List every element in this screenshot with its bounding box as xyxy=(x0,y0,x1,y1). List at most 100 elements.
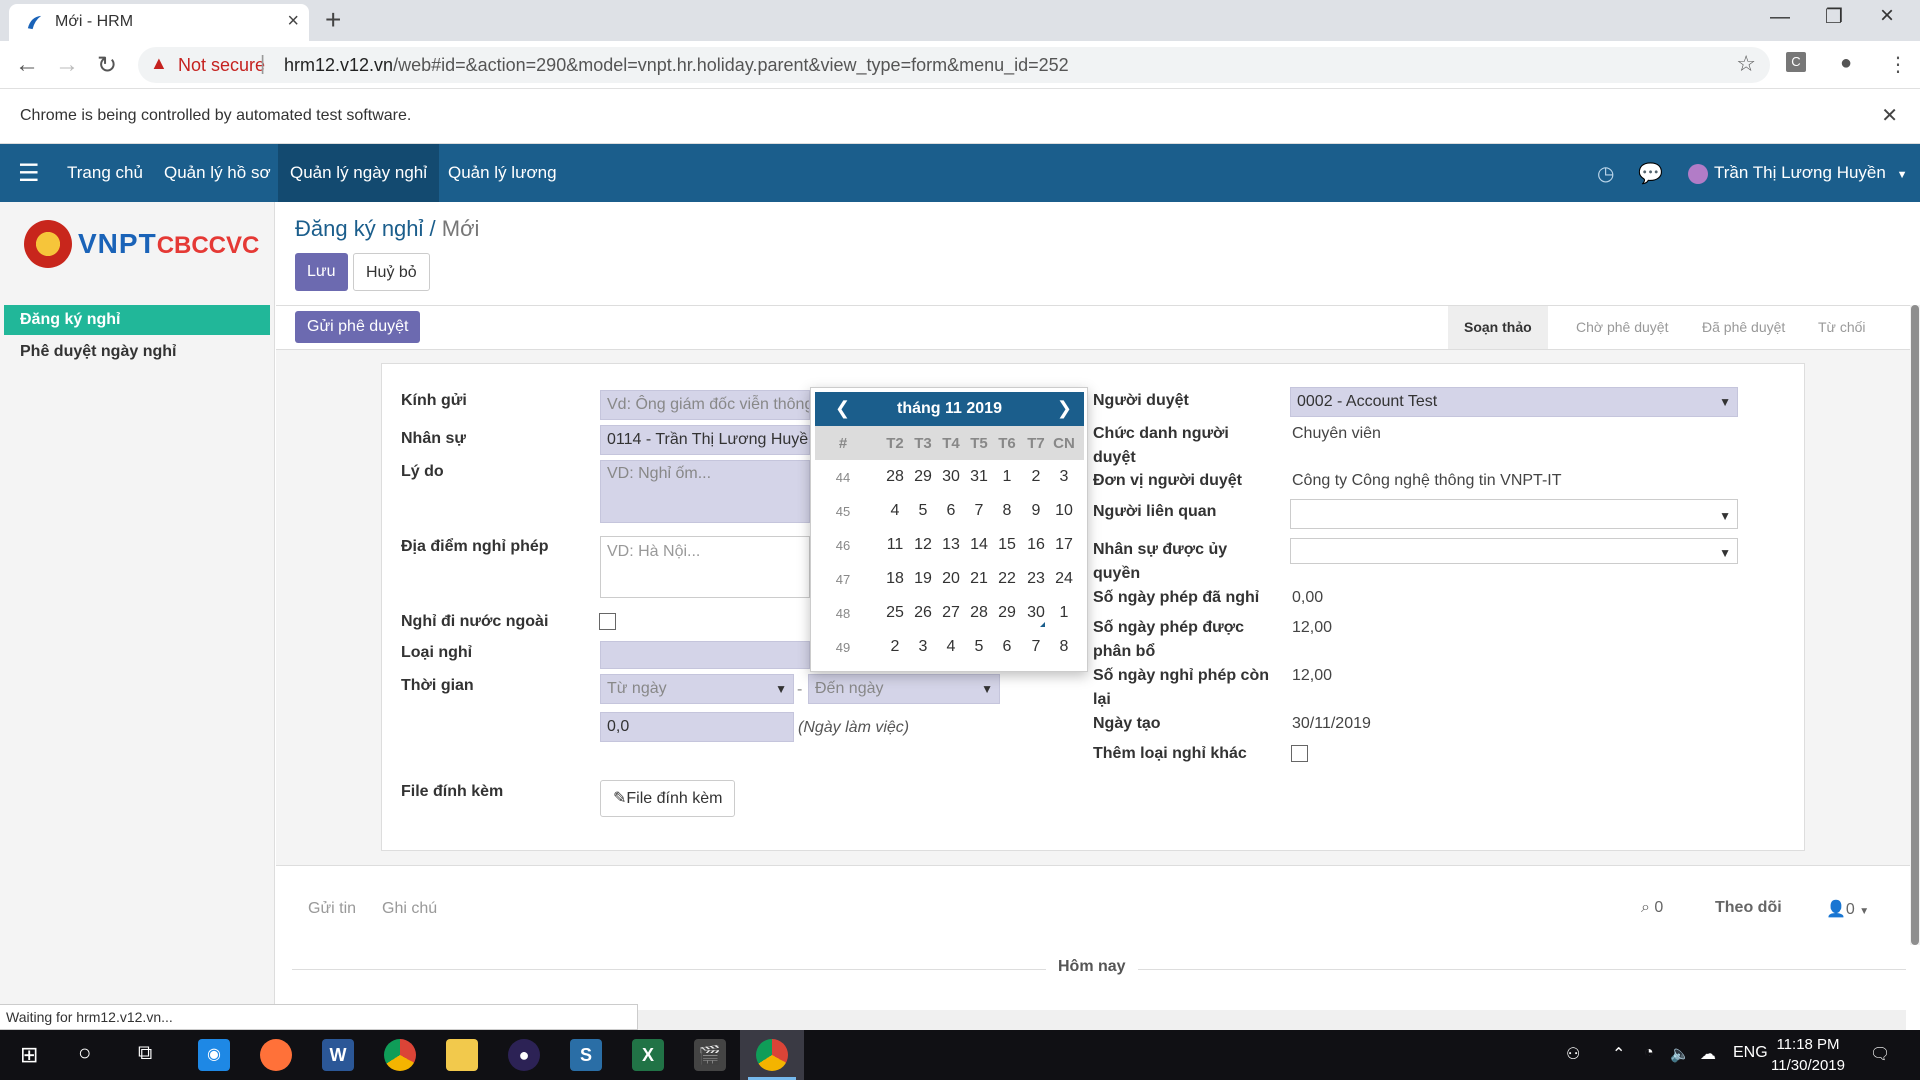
menu-quan-ly-luong[interactable]: Quản lý lương xyxy=(436,144,569,202)
profile-icon[interactable]: ● xyxy=(1840,52,1852,75)
new-tab-icon[interactable]: + xyxy=(325,4,341,36)
submit-approval-button[interactable]: Gửi phê duyệt xyxy=(295,311,421,343)
datepicker-day[interactable]: 11 xyxy=(881,536,909,554)
datepicker-day[interactable]: 2 xyxy=(1022,468,1050,486)
ly-do-textarea[interactable]: VD: Nghỉ ốm... xyxy=(600,460,810,523)
datepicker-day[interactable]: 2 xyxy=(881,638,909,656)
so-ngay-input[interactable]: 0,0 xyxy=(600,712,794,742)
messaging-chat-icon[interactable]: 💬 xyxy=(1638,161,1663,186)
tab-close-icon[interactable]: × xyxy=(287,10,299,33)
kinh-gui-input[interactable]: Vd: Ông giám đốc viễn thông xyxy=(600,390,810,420)
page-scrollbar[interactable] xyxy=(1910,305,1920,945)
chrome-menu-icon[interactable]: ⋮ xyxy=(1888,52,1908,77)
apps-menu-icon[interactable]: ☰ xyxy=(18,159,40,188)
datepicker-day[interactable]: 28 xyxy=(881,468,909,486)
datepicker-day[interactable]: 17 xyxy=(1050,536,1078,554)
stage-tu-choi[interactable]: Từ chối xyxy=(1802,306,1882,349)
windows-start-icon[interactable]: ⊞ xyxy=(20,1042,38,1068)
chrome-active-app-icon[interactable] xyxy=(756,1039,788,1071)
nhan-su-field[interactable]: 0114 - Trần Thị Lương Huyền xyxy=(600,425,810,455)
uy-quyen-select[interactable]: ▼ xyxy=(1290,538,1738,564)
datepicker-day[interactable]: 1 xyxy=(993,468,1021,486)
datepicker-day[interactable]: 29 xyxy=(993,604,1021,622)
scrollbar-thumb[interactable] xyxy=(1911,305,1919,945)
datepicker-day[interactable]: 14 xyxy=(965,536,993,554)
nuoc-ngoai-checkbox[interactable] xyxy=(599,613,616,630)
datepicker-day[interactable]: 22 xyxy=(993,570,1021,588)
infobar-close-icon[interactable]: ✕ xyxy=(1881,103,1898,128)
address-bar[interactable]: ▲ Not secure | hrm12.v12.vn/web#id=&acti… xyxy=(138,47,1770,83)
datepicker-day[interactable]: 28 xyxy=(965,604,993,622)
maximize-icon[interactable]: ❐ xyxy=(1825,4,1843,29)
tray-expand-icon[interactable]: ⌃ xyxy=(1612,1044,1625,1064)
datepicker-day[interactable]: 18 xyxy=(881,570,909,588)
notifications-icon[interactable]: 🗨 xyxy=(1870,1044,1890,1064)
sidebar-item-phe-duyet-ngay-nghi[interactable]: Phê duyệt ngày nghỉ xyxy=(4,337,270,367)
datepicker-day[interactable]: 8 xyxy=(1050,638,1078,656)
dia-diem-textarea[interactable]: VD: Hà Nội... xyxy=(600,536,810,598)
datepicker-day[interactable]: 7 xyxy=(1022,638,1050,656)
save-button[interactable]: Lưu xyxy=(295,253,348,291)
bookmark-star-icon[interactable]: ☆ xyxy=(1736,51,1756,77)
datepicker-day[interactable]: 10 xyxy=(1050,502,1078,520)
minimize-icon[interactable]: — xyxy=(1770,6,1790,29)
datepicker-day[interactable]: 4 xyxy=(881,502,909,520)
file-explorer-icon[interactable] xyxy=(446,1039,478,1071)
datepicker-day[interactable]: 27 xyxy=(937,604,965,622)
breadcrumb-parent[interactable]: Đăng ký nghỉ xyxy=(295,216,423,241)
search-icon[interactable]: ○ xyxy=(78,1040,91,1066)
sidebar-item-dang-ky-nghi[interactable]: Đăng ký nghỉ xyxy=(4,305,270,335)
datepicker-day[interactable]: 7 xyxy=(965,502,993,520)
datepicker-day[interactable]: 6 xyxy=(937,502,965,520)
onedrive-icon[interactable]: ☁ xyxy=(1700,1044,1716,1064)
followers-dropdown[interactable]: 👤0 ▼ xyxy=(1826,899,1869,919)
reload-icon[interactable]: ↻ xyxy=(92,51,122,80)
datepicker-day[interactable]: 30 xyxy=(1022,604,1050,622)
datepicker-day[interactable]: 13 xyxy=(937,536,965,554)
send-message-link[interactable]: Gửi tin xyxy=(308,900,356,918)
people-icon[interactable]: ⚇ xyxy=(1566,1044,1580,1064)
datepicker-day[interactable]: 23 xyxy=(1022,570,1050,588)
window-close-icon[interactable]: × xyxy=(1880,2,1894,30)
app-s-icon[interactable]: S xyxy=(570,1039,602,1071)
loai-nghi-select[interactable] xyxy=(600,641,810,669)
url-text[interactable]: hrm12.v12.vn/web#id=&action=290&model=vn… xyxy=(284,55,1069,76)
nguoi-duyet-select[interactable]: 0002 - Account Test ▼ xyxy=(1290,387,1738,417)
stage-soan-thao[interactable]: Soạn thảo xyxy=(1448,306,1548,349)
datepicker-month-label[interactable]: tháng 11 2019 xyxy=(815,400,1084,418)
datepicker-day[interactable]: 5 xyxy=(909,502,937,520)
tu-ngay-input[interactable]: Từ ngày ▼ xyxy=(600,674,794,704)
teamviewer-app-icon[interactable]: ◉ xyxy=(198,1039,230,1071)
datepicker-day[interactable]: 19 xyxy=(909,570,937,588)
activity-clock-icon[interactable]: ◷ xyxy=(1597,161,1614,186)
volume-icon[interactable]: 🔈 xyxy=(1670,1044,1690,1064)
task-view-icon[interactable]: ⧉ xyxy=(138,1042,152,1065)
back-icon[interactable]: ← xyxy=(12,51,42,79)
datepicker-day[interactable]: 3 xyxy=(909,638,937,656)
attach-file-button[interactable]: ✎File đính kèm xyxy=(600,780,736,817)
chrome-app-icon[interactable] xyxy=(384,1039,416,1071)
network-icon[interactable]: ◔ xyxy=(1644,1044,1654,1062)
datepicker-day[interactable]: 30 xyxy=(937,468,965,486)
datepicker-day[interactable]: 3 xyxy=(1050,468,1078,486)
datepicker-day[interactable]: 29 xyxy=(909,468,937,486)
datepicker-day[interactable]: 8 xyxy=(993,502,1021,520)
datepicker-day[interactable]: 21 xyxy=(965,570,993,588)
datepicker-day[interactable]: 25 xyxy=(881,604,909,622)
video-editor-icon[interactable]: 🎬 xyxy=(694,1039,726,1071)
log-note-link[interactable]: Ghi chú xyxy=(382,900,437,918)
excel-app-icon[interactable]: X xyxy=(632,1039,664,1071)
datepicker-day[interactable]: 26 xyxy=(909,604,937,622)
taskbar-clock[interactable]: 11:18 PM 11/30/2019 xyxy=(1763,1034,1853,1076)
menu-trang-chu[interactable]: Trang chủ xyxy=(55,144,155,202)
stage-cho-phe-duyet[interactable]: Chờ phê duyệt xyxy=(1560,306,1684,349)
datepicker-day[interactable]: 12 xyxy=(909,536,937,554)
datepicker-day[interactable]: 4 xyxy=(937,638,965,656)
menu-quan-ly-ngay-nghi[interactable]: Quản lý ngày nghỉ xyxy=(278,144,440,202)
cancel-button[interactable]: Huỷ bỏ xyxy=(353,253,430,291)
eclipse-app-icon[interactable]: ● xyxy=(508,1039,540,1071)
datepicker-day[interactable]: 24 xyxy=(1050,570,1078,588)
datepicker-day[interactable]: 16 xyxy=(1022,536,1050,554)
user-menu[interactable]: Trần Thị Lương Huyền ▼ xyxy=(1688,144,1907,204)
browser-tab[interactable]: Mới - HRM × xyxy=(9,4,309,41)
